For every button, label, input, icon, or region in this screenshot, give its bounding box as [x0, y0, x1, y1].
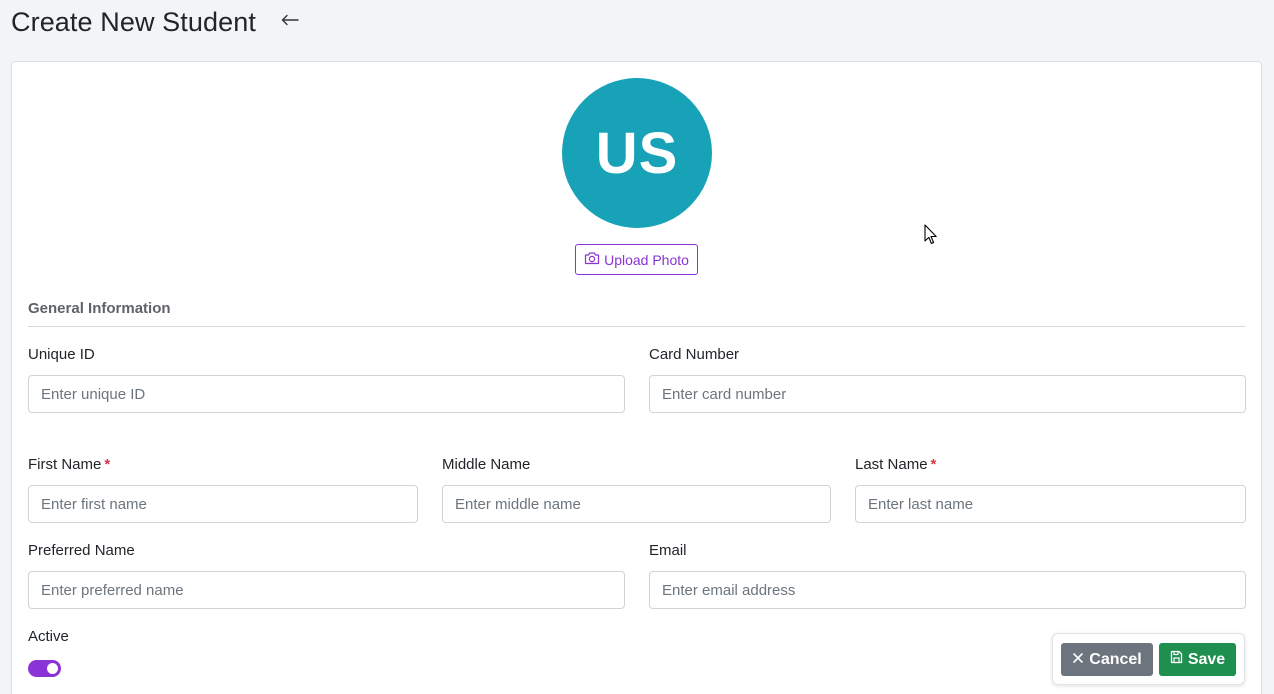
preferred-name-input[interactable] [28, 571, 625, 609]
card-number-input[interactable] [649, 375, 1246, 413]
upload-photo-label: Upload Photo [604, 251, 689, 268]
middle-name-input[interactable] [442, 485, 831, 523]
student-form-card: US Upload Photo General Information Uniq… [11, 61, 1262, 694]
first-name-label-group: First Name * [28, 456, 110, 473]
upload-photo-button[interactable]: Upload Photo [575, 244, 698, 275]
last-name-label-group: Last Name * [855, 456, 936, 473]
unique-id-input[interactable] [28, 375, 625, 413]
save-button[interactable]: Save [1159, 643, 1236, 676]
page-header: Create New Student [11, 4, 300, 40]
first-name-input[interactable] [28, 485, 418, 523]
avatar-initials: US [595, 120, 679, 186]
preferred-name-label: Preferred Name [28, 542, 135, 559]
page-title: Create New Student [11, 6, 256, 37]
email-label: Email [649, 542, 687, 559]
toggle-knob [47, 663, 58, 674]
close-icon [1072, 651, 1084, 669]
required-mark: * [104, 456, 111, 473]
first-name-label: First Name [28, 456, 102, 473]
avatar: US [562, 78, 712, 228]
form-action-bar: Cancel Save [1052, 633, 1245, 685]
active-toggle[interactable] [28, 660, 61, 677]
cancel-label: Cancel [1089, 650, 1142, 668]
unique-id-label: Unique ID [28, 346, 95, 363]
mouse-cursor-icon [924, 224, 938, 246]
camera-icon [584, 251, 600, 268]
cancel-button[interactable]: Cancel [1061, 643, 1153, 676]
save-label: Save [1187, 650, 1226, 668]
arrow-left-icon[interactable] [280, 10, 300, 30]
middle-name-label: Middle Name [442, 456, 531, 473]
active-label: Active [28, 628, 69, 645]
save-icon [1170, 650, 1183, 669]
section-title: General Information [28, 300, 171, 317]
email-input[interactable] [649, 571, 1246, 609]
last-name-input[interactable] [855, 485, 1246, 523]
section-divider [28, 326, 1245, 327]
card-number-label: Card Number [649, 346, 740, 363]
last-name-label: Last Name [855, 456, 928, 473]
required-mark: * [930, 456, 937, 473]
